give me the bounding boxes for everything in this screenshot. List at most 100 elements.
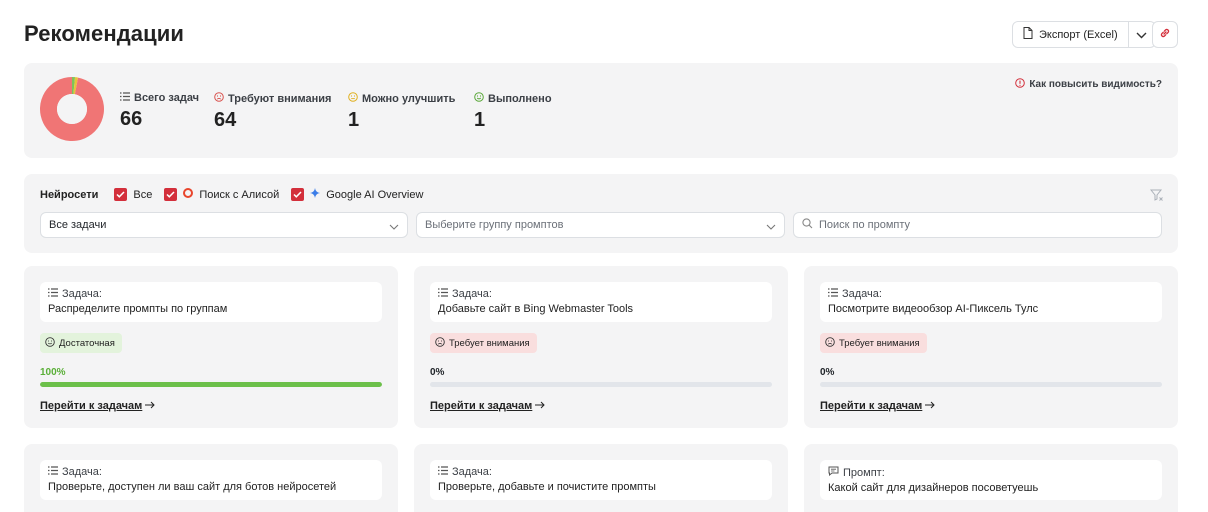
arrow-right-icon	[925, 400, 936, 412]
export-dropdown-toggle[interactable]	[1129, 22, 1155, 47]
page-title: Рекомендации	[24, 21, 185, 46]
task-card: Задача: Проверьте, доступен ли ваш сайт …	[24, 444, 398, 512]
checkbox-google-ai-label: Google AI Overview	[326, 188, 424, 201]
checkbox-all-label: Все	[133, 188, 153, 201]
task-card: Задача: Проверьте, добавьте и почистите …	[414, 444, 788, 512]
filter-panel: Нейросети Все Поиск с Алисой Google AI O…	[24, 174, 1178, 253]
prompt-group-placeholder: Выберите группу промптов	[425, 219, 564, 231]
prompt-search-input[interactable]: Поиск по промпту	[793, 212, 1162, 238]
stat-total: Всего задач 66	[120, 92, 199, 131]
task-box: Задача: Проверьте, добавьте и почистите …	[430, 460, 772, 500]
stat-attention-label: Требуют внимания	[228, 92, 332, 105]
task-head-label: Задача:	[452, 288, 492, 300]
prompt-group-select[interactable]: Выберите группу промптов	[416, 212, 785, 238]
prompt-text: Какой сайт для дизайнеров посоветуешь	[828, 482, 1039, 494]
goto-tasks-label: Перейти к задачам	[430, 400, 533, 412]
task-text: Добавьте сайт в Bing Webmaster Tools	[438, 303, 634, 315]
status-badge-label: Требует внимания	[839, 337, 920, 349]
info-icon	[1015, 78, 1026, 91]
sparkle-icon	[310, 188, 321, 201]
alice-logo-icon	[183, 188, 194, 201]
status-badge: Достаточная	[40, 333, 122, 353]
sad-face-icon	[214, 92, 224, 105]
copy-link-button[interactable]	[1152, 21, 1178, 48]
progress-bar-fill	[40, 382, 382, 387]
task-box: Задача: Распределите промпты по группам	[40, 282, 382, 322]
visibility-help-link[interactable]: Как повысить видимость?	[1015, 78, 1162, 91]
task-head-label: Задача:	[842, 288, 882, 300]
export-button-group: Экспорт (Excel)	[1012, 21, 1156, 48]
goto-tasks-label: Перейти к задачам	[820, 400, 923, 412]
list-icon	[438, 288, 448, 300]
stats-panel: Всего задач 66 Требуют внимания 64 Можно…	[24, 63, 1178, 158]
progress-percent: 0%	[820, 367, 835, 378]
checkbox-google-ai[interactable]: Google AI Overview	[291, 188, 423, 201]
arrow-right-icon	[145, 400, 156, 412]
stat-total-value: 66	[120, 108, 143, 130]
goto-tasks-label: Перейти к задачам	[40, 400, 143, 412]
stat-total-label: Всего задач	[134, 92, 200, 104]
file-icon	[1023, 27, 1033, 42]
goto-tasks-link[interactable]: Перейти к задачам	[40, 400, 156, 412]
checkbox-checked-icon[interactable]	[291, 188, 305, 201]
goto-tasks-link[interactable]: Перейти к задачам	[820, 400, 936, 412]
checkbox-all[interactable]: Все	[114, 188, 152, 201]
task-text: Распределите промпты по группам	[48, 303, 228, 315]
checkbox-checked-icon[interactable]	[114, 188, 128, 201]
stat-improve-label: Можно улучшить	[362, 92, 456, 105]
progress-bar	[430, 382, 772, 387]
search-icon	[802, 218, 813, 232]
task-box: Задача: Посмотрите видеообзор AI-Пиксель…	[820, 282, 1162, 322]
list-icon	[48, 466, 58, 478]
chat-icon	[828, 466, 839, 479]
task-head-label: Задача:	[62, 288, 102, 300]
prompt-card: Промпт: Какой сайт для дизайнеров посове…	[804, 444, 1178, 512]
neutral-face-icon	[348, 92, 358, 105]
task-type-value: Все задачи	[49, 219, 107, 231]
export-label: Экспорт (Excel)	[1039, 28, 1118, 41]
filter-reset-icon[interactable]	[1149, 188, 1164, 207]
tasks-donut-chart	[40, 77, 104, 141]
stat-done: Выполнено 1	[474, 92, 552, 132]
status-badge-label: Достаточная	[59, 337, 115, 349]
task-box: Задача: Добавьте сайт в Bing Webmaster T…	[430, 282, 772, 322]
visibility-help-label: Как повысить видимость?	[1029, 79, 1162, 90]
donut-hole	[57, 94, 87, 124]
checkbox-alice[interactable]: Поиск с Алисой	[164, 188, 279, 201]
arrow-right-icon	[535, 400, 546, 412]
stat-done-value: 1	[474, 109, 486, 131]
goto-tasks-link[interactable]: Перейти к задачам	[430, 400, 546, 412]
networks-title: Нейросети	[40, 188, 99, 201]
prompt-search-placeholder: Поиск по промпту	[819, 219, 911, 231]
progress-percent: 0%	[430, 367, 445, 378]
task-box: Задача: Проверьте, доступен ли ваш сайт …	[40, 460, 382, 500]
checkbox-alice-label: Поиск с Алисой	[199, 188, 280, 201]
network-filter-row: Нейросети Все Поиск с Алисой Google AI O…	[40, 188, 435, 201]
list-icon	[438, 466, 448, 478]
task-type-select[interactable]: Все задачи	[40, 212, 408, 238]
checkbox-checked-icon[interactable]	[164, 188, 178, 201]
stat-improve: Можно улучшить 1	[348, 92, 455, 132]
progress-bar	[820, 382, 1162, 387]
status-badge: Требует внимания	[820, 333, 927, 353]
smile-face-icon	[474, 92, 484, 105]
export-excel-button[interactable]: Экспорт (Excel)	[1013, 22, 1129, 47]
task-card: Задача: Добавьте сайт в Bing Webmaster T…	[414, 266, 788, 428]
status-badge: Требует внимания	[430, 333, 537, 353]
sad-face-icon	[435, 336, 445, 350]
chevron-down-icon	[389, 221, 399, 233]
prompt-box: Промпт: Какой сайт для дизайнеров посове…	[820, 460, 1162, 500]
sad-face-icon	[825, 336, 835, 350]
chevron-down-icon	[1136, 26, 1147, 44]
link-icon	[1159, 26, 1171, 44]
stat-attention: Требуют внимания 64	[214, 92, 331, 132]
list-icon	[828, 288, 838, 300]
chevron-down-icon	[766, 221, 776, 233]
prompt-head-label: Промпт:	[843, 466, 885, 479]
task-text: Посмотрите видеообзор AI-Пиксель Тулс	[828, 303, 1039, 315]
stat-attention-value: 64	[214, 109, 237, 131]
task-text: Проверьте, доступен ли ваш сайт для бото…	[48, 481, 337, 493]
progress-percent: 100%	[40, 367, 66, 378]
smile-face-icon	[45, 336, 55, 350]
status-badge-label: Требует внимания	[449, 337, 530, 349]
